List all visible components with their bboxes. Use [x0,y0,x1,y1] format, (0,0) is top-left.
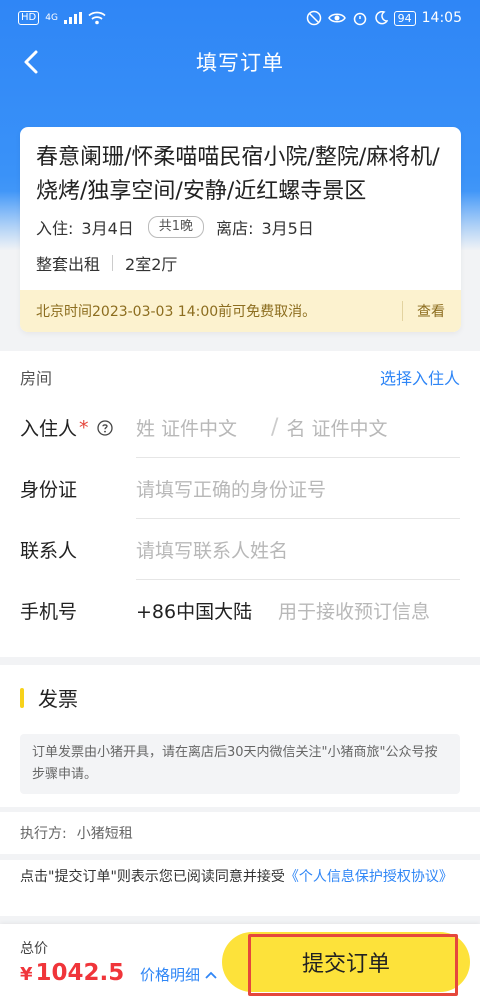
country-code-select[interactable]: +86中国大陆 [136,597,278,624]
cancel-view-link[interactable]: 查看 [402,301,445,321]
chevron-up-icon [205,971,217,979]
id-label: 身份证 [20,479,78,501]
clock-time: 14:05 [421,10,462,26]
alarm-icon [353,12,366,26]
cancel-policy-text: 北京时间2023-03-03 14:00前可免费取消。 [36,304,317,320]
back-arrow-icon[interactable] [18,48,46,76]
submit-order-button[interactable]: 提交订单 [222,932,470,996]
id-row: 身份证 请填写正确的身份证号 [20,458,460,519]
contact-label: 联系人 [20,540,78,562]
checkin-label: 入住: [36,219,74,238]
currency-symbol: ¥ [20,964,33,985]
room-section-label: 房间 [20,369,53,388]
guest-label: 入住人 [20,418,78,440]
cancel-policy-bar: 北京时间2023-03-03 14:00前可免费取消。 查看 [20,290,461,332]
given-name-input[interactable]: 名 证件中文 [286,414,387,441]
contact-input[interactable]: 请填写联系人姓名 [136,519,460,580]
hd-badge: HD [18,11,40,25]
invoice-title-wrap: 发票 [20,683,78,712]
rent-type: 整套出租 [36,255,101,274]
name-separator: / [271,414,279,440]
room-layout: 2室2厅 [125,255,178,274]
help-icon[interactable] [96,419,113,436]
select-guest-link[interactable]: 选择入住人 [380,365,460,389]
total-price: ¥ 1042.5 [20,960,124,986]
battery-icon: 94 [393,10,416,26]
form-header: 房间 选择入住人 [20,365,460,389]
guest-row: 入住人 * 姓 证件中文 / 名 证件中文 [20,397,460,458]
moon-icon [374,11,388,25]
executor-label: 执行方: [20,826,67,842]
guest-name-inputs: 姓 证件中文 / 名 证件中文 [136,397,460,458]
guest-form: 房间 选择入住人 入住人 * 姓 证件中文 / 名 证件中文 身份证 请填写正确… [0,351,480,657]
phone-input-area: +86中国大陆 用于接收预订信息 [136,580,460,641]
status-bar: HD 4G 94 14:05 [0,0,480,36]
contact-row: 联系人 请填写联系人姓名 [20,519,460,580]
executor-row: 执行方: 小猪短租 [0,812,480,854]
bottom-bar: 总价 ¥ 1042.5 价格明细 提交订单 [0,924,480,996]
surname-input[interactable]: 姓 证件中文 [136,414,237,441]
nav-bar: 填写订单 [0,36,480,88]
checkout-label: 离店: [216,219,254,238]
phone-input[interactable]: 用于接收预订信息 [278,597,430,624]
total-price-value: 1042.5 [35,960,125,986]
total-label: 总价 [20,941,48,957]
phone-row: 手机号 +86中国大陆 用于接收预订信息 [20,580,460,641]
signal-icon [63,12,82,24]
executor-value: 小猪短租 [76,826,133,842]
privacy-agreement-link[interactable]: 《个人信息保护授权协议》 [285,869,453,885]
network-type: 4G [45,13,58,23]
mute-icon [306,10,321,26]
checkout-date: 3月5日 [261,219,314,238]
eye-icon [327,13,346,23]
nights-badge: 共1晚 [147,216,205,238]
hotel-name: 春意阑珊/怀柔喵喵民宿小院/整院/麻将机/烧烤/独享空间/安静/近红螺寺景区 [36,145,440,204]
required-mark: * [79,416,89,439]
invoice-section: 发票 订单发票由小猪开具，请在离店后30天内微信关注"小猪商旅"公众号按步骤申请… [0,665,480,807]
agreement-row: 点击"提交订单"则表示您已阅读同意并接受《个人信息保护授权协议》 [0,860,480,916]
divider [112,255,114,271]
checkin-date: 3月4日 [81,219,134,238]
stay-dates: 入住: 3月4日 共1晚 离店: 3月5日 [36,215,314,239]
id-input[interactable]: 请填写正确的身份证号 [136,458,460,519]
phone-label: 手机号 [20,601,78,623]
page-title: 填写订单 [196,51,284,75]
section-accent-bar [20,687,24,708]
guest-label-wrap: 入住人 * [20,414,136,441]
room-info: 整套出租 2室2厅 [36,251,177,275]
invoice-note: 订单发票由小猪开具，请在离店后30天内微信关注"小猪商旅"公众号按步骤申请。 [20,734,460,794]
hotel-card: 春意阑珊/怀柔喵喵民宿小院/整院/麻将机/烧烤/独享空间/安静/近红螺寺景区 入… [20,127,461,332]
price-detail-toggle[interactable]: 价格明细 [140,964,218,985]
price-detail-label: 价格明细 [140,966,201,984]
wifi-icon [88,11,106,25]
agreement-text: 点击"提交订单"则表示您已阅读同意并接受 [20,869,285,885]
invoice-title: 发票 [38,687,78,711]
